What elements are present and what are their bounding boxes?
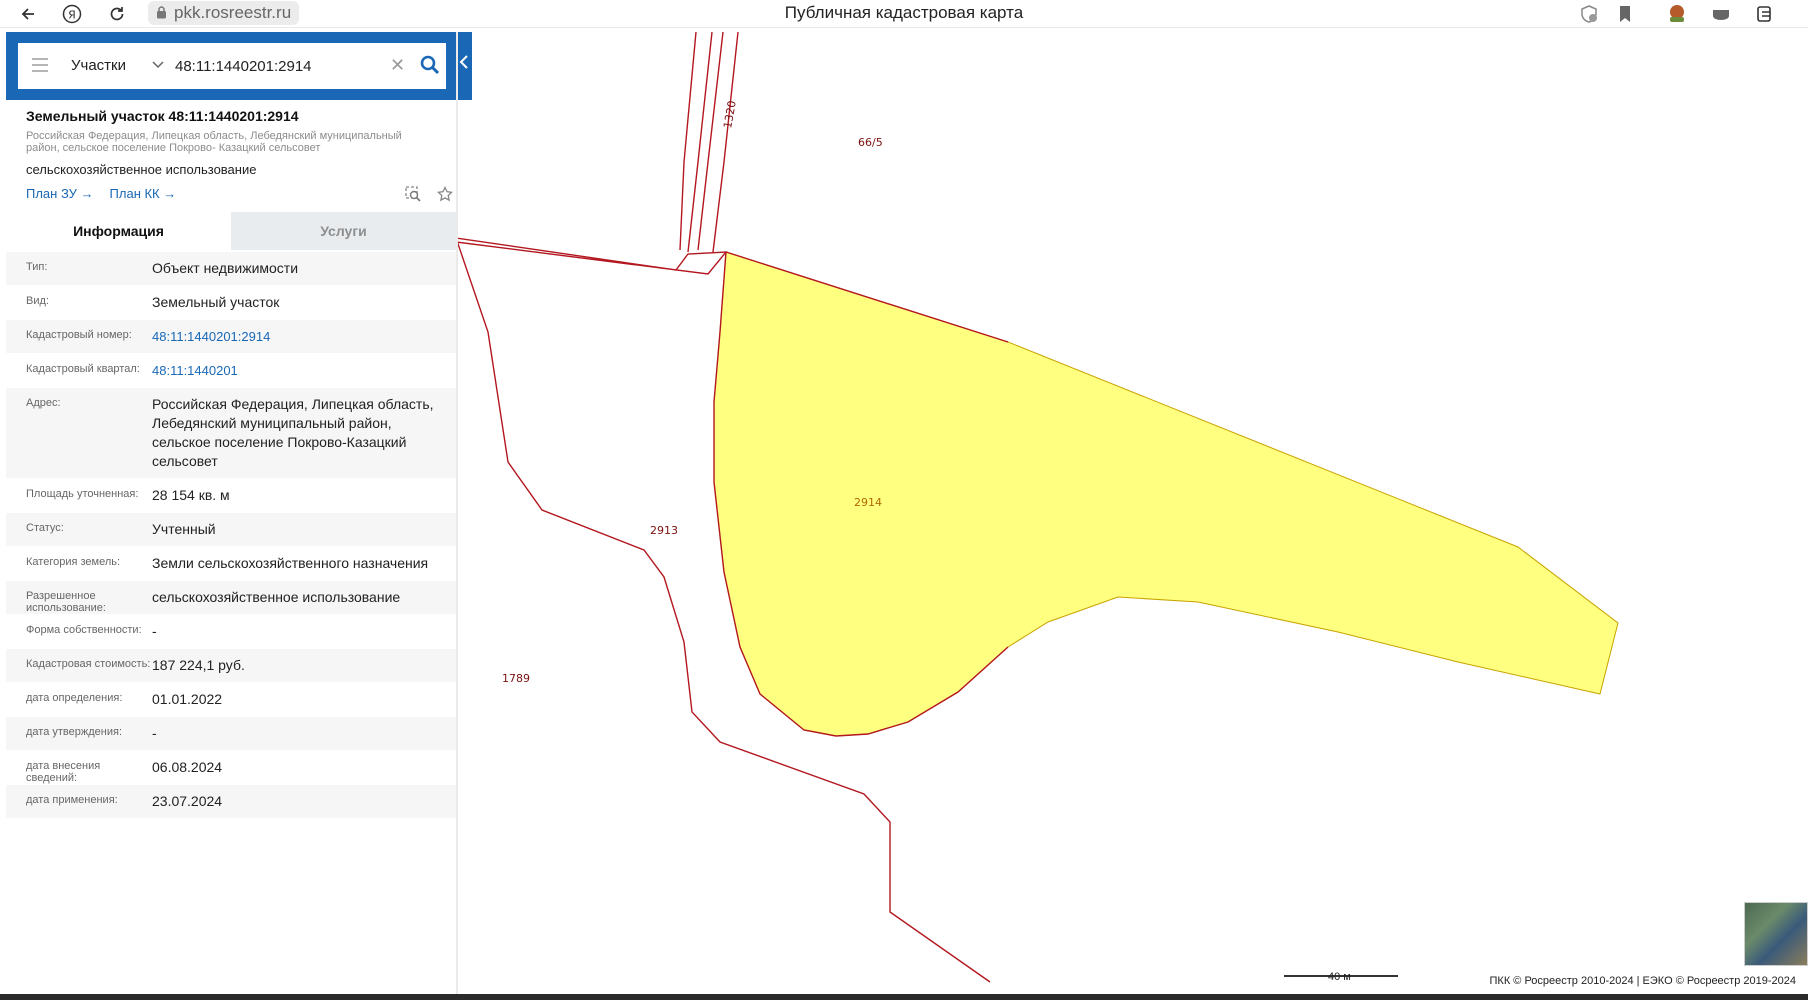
search-bar: Участки ✕ bbox=[6, 32, 472, 100]
extension-icon[interactable] bbox=[1666, 3, 1688, 25]
row-value: 23.07.2024 bbox=[152, 793, 223, 809]
url-text: pkk.rosreestr.ru bbox=[174, 3, 292, 22]
object-use: сельскохозяйственное использование bbox=[26, 162, 257, 177]
header-actions bbox=[393, 185, 454, 207]
parcel-label-2914: 2914 bbox=[854, 496, 882, 509]
downloads-icon[interactable] bbox=[1754, 3, 1776, 25]
tab-manager-icon[interactable] bbox=[1710, 3, 1732, 25]
parcel-label-1789: 1789 bbox=[502, 672, 530, 685]
zoom-to-object-icon[interactable] bbox=[405, 186, 421, 202]
row-value: 28 154 кв. м bbox=[152, 487, 230, 503]
row-label: дата внесения сведений: bbox=[26, 760, 101, 784]
plan-links: План ЗУ → План КК → bbox=[26, 186, 192, 201]
favorite-star-icon[interactable] bbox=[437, 185, 454, 202]
cadastral-quarter-link[interactable]: 48:11:1440201 bbox=[152, 354, 456, 387]
scale-label: 40 м bbox=[1328, 971, 1351, 983]
road-boundary-outer bbox=[679, 32, 697, 251]
row-value: Земли сельскохозяйственного назначения bbox=[152, 555, 429, 571]
parcel-label-2913: 2913 bbox=[650, 524, 678, 537]
back-icon[interactable] bbox=[16, 2, 40, 26]
lock-icon bbox=[157, 6, 166, 19]
row-label: Кадастровый квартал: bbox=[26, 363, 140, 375]
row-label: дата применения: bbox=[26, 794, 118, 806]
search-icon[interactable] bbox=[420, 55, 440, 75]
bookmark-icon[interactable] bbox=[1614, 3, 1636, 25]
row-label: Адрес: bbox=[26, 397, 61, 409]
road-boundary-right bbox=[697, 32, 724, 251]
row-label: дата определения: bbox=[26, 692, 123, 704]
reload-icon[interactable] bbox=[105, 2, 129, 26]
row-label: Статус: bbox=[26, 522, 64, 534]
row-label: Тип: bbox=[26, 261, 48, 273]
row-value: Российская Федерация, Липецкая область, … bbox=[152, 396, 434, 469]
object-address: Российская Федерация, Липецкая область, … bbox=[26, 130, 402, 154]
table-row: Кадастровая стоимость: 187 224,1 руб. bbox=[6, 649, 456, 683]
address-bar[interactable]: pkk.rosreestr.ru bbox=[148, 1, 300, 25]
search-box: Участки ✕ bbox=[18, 43, 446, 89]
map-canvas[interactable]: 1320 66/5 2914 2913 1789 40 м ПКК © Роср… bbox=[458, 32, 1808, 1000]
cadastral-number-link[interactable]: 48:11:1440201:2914 bbox=[152, 320, 456, 353]
table-row: Адрес: Российская Федерация, Липецкая обл… bbox=[6, 388, 456, 479]
table-row: дата определения: 01.01.2022 bbox=[6, 683, 456, 717]
info-panel: Участки ✕ Земельный участок 48:11:144020… bbox=[6, 32, 472, 998]
svg-text:Я: Я bbox=[68, 9, 76, 22]
table-row: дата утверждения: - bbox=[6, 717, 456, 751]
row-value: Объект недвижимости bbox=[152, 260, 299, 276]
object-title: Земельный участок 48:11:1440201:2914 bbox=[26, 108, 299, 124]
row-label: Кадастровая стоимость: bbox=[26, 658, 151, 670]
table-row: Площадь уточненная: 28 154 кв. м bbox=[6, 479, 456, 513]
object-header: Земельный участок 48:11:1440201:2914 Рос… bbox=[26, 108, 446, 177]
table-row: дата внесения сведений: 06.08.2024 bbox=[6, 751, 456, 785]
row-value: 06.08.2024 bbox=[152, 759, 223, 775]
parcel-label-66-5: 66/5 bbox=[858, 136, 883, 149]
road-boundary-left bbox=[687, 32, 713, 253]
table-row: Вид: Земельный участок bbox=[6, 286, 456, 320]
row-value: сельскохозяйственное использование bbox=[152, 589, 401, 605]
browser-toolbar: Я pkk.rosreestr.ru Публичная кадастровая… bbox=[0, 0, 1808, 28]
table-row: Кадастровый номер: 48:11:1440201:2914 bbox=[6, 320, 456, 354]
row-label: Кадастровый номер: bbox=[26, 329, 132, 341]
parcel-2914[interactable] bbox=[713, 251, 1619, 737]
table-row: Тип: Объект недвижимости bbox=[6, 252, 456, 286]
table-row: Категория земель: Земли сельскохозяйствен… bbox=[6, 547, 456, 581]
tab-services[interactable]: Услуги bbox=[231, 212, 456, 250]
row-value: - bbox=[152, 623, 157, 639]
menu-icon[interactable] bbox=[32, 58, 48, 72]
parcel-boundaries bbox=[458, 32, 1619, 983]
row-label: Категория земель: bbox=[26, 556, 121, 568]
plan-zu-link[interactable]: План ЗУ → bbox=[26, 186, 94, 201]
copyright: ПКК © Росреестр 2010-2024 | ЕЭКО © Росре… bbox=[1489, 975, 1797, 987]
protect-icon[interactable] bbox=[1578, 3, 1600, 25]
table-row: Статус: Учтенный bbox=[6, 513, 456, 547]
yandex-icon[interactable]: Я bbox=[60, 2, 84, 26]
chevron-down-icon[interactable] bbox=[152, 60, 164, 70]
search-input[interactable] bbox=[175, 53, 375, 79]
road-boundary-inner bbox=[712, 32, 739, 253]
table-row: дата применения: 23.07.2024 bbox=[6, 785, 456, 819]
row-label: Форма собственности: bbox=[26, 624, 142, 636]
table-row: Разрешенное использование: сельскохозяйст… bbox=[6, 581, 456, 615]
plan-kk-link[interactable]: План КК → bbox=[110, 186, 177, 201]
row-value: 187 224,1 руб. bbox=[152, 657, 245, 673]
tab-info[interactable]: Информация bbox=[6, 212, 231, 250]
row-label: дата утверждения: bbox=[26, 726, 123, 738]
row-value: - bbox=[152, 725, 157, 741]
row-value: Земельный участок bbox=[152, 294, 280, 310]
table-row: Форма собственности: - bbox=[6, 615, 456, 649]
clear-icon[interactable]: ✕ bbox=[390, 55, 405, 76]
tabs: Информация Услуги bbox=[6, 212, 456, 250]
row-value: 01.01.2022 bbox=[152, 691, 223, 707]
os-taskbar bbox=[0, 994, 1808, 1000]
row-label: Площадь уточненная: bbox=[26, 488, 139, 500]
table-row: Кадастровый квартал: 48:11:1440201 bbox=[6, 354, 456, 388]
row-value: Учтенный bbox=[152, 521, 216, 537]
row-label: Разрешенное использование: bbox=[26, 590, 106, 614]
row-label: Вид: bbox=[26, 295, 49, 307]
basemap-switcher[interactable] bbox=[1744, 902, 1808, 966]
search-type-select[interactable]: Участки bbox=[71, 57, 126, 74]
info-table: Тип: Объект недвижимости Вид: Земельный уч… bbox=[6, 252, 456, 819]
